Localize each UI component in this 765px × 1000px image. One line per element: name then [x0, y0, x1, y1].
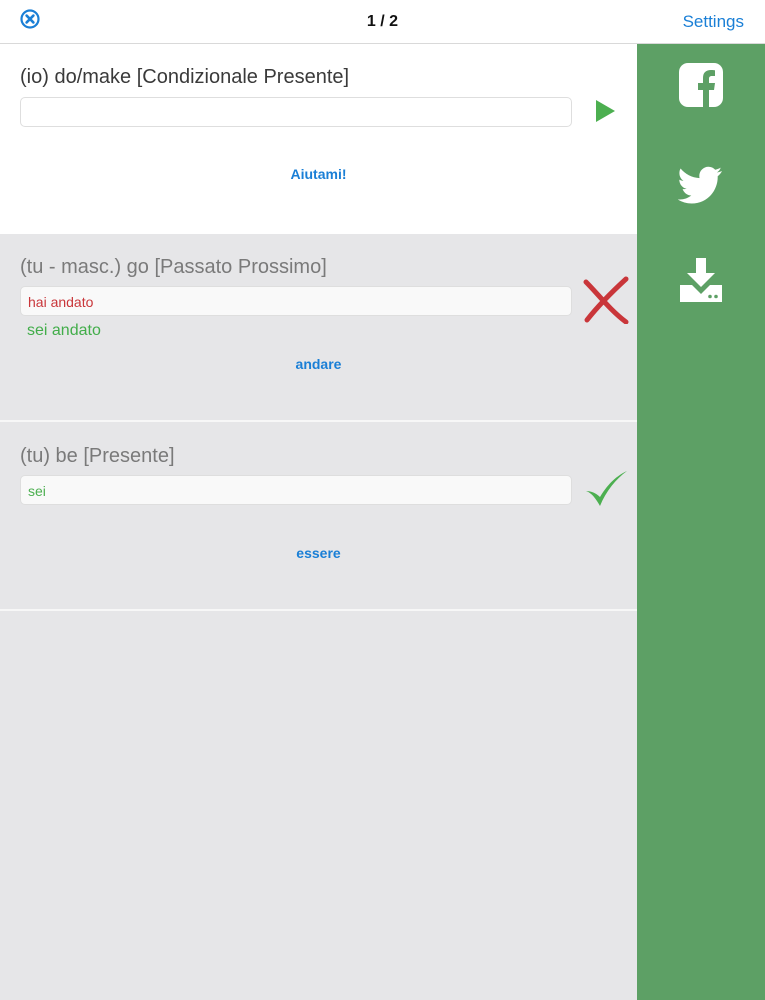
question-prompt: (tu - masc.) go [Passato Prossimo]: [20, 256, 327, 278]
question-prompt: (tu) be [Presente]: [20, 445, 175, 467]
settings-button[interactable]: Settings: [683, 12, 744, 32]
question-card-wrong: (tu - masc.) go [Passato Prossimo] hai a…: [0, 234, 637, 422]
checkmark-icon: [586, 471, 627, 506]
facebook-icon[interactable]: [678, 62, 724, 108]
page-counter: 1 / 2: [366, 13, 399, 30]
play-icon[interactable]: [594, 99, 616, 123]
help-button[interactable]: Aiutami!: [0, 166, 637, 182]
share-sidebar: [637, 44, 765, 1000]
download-icon[interactable]: [678, 257, 724, 303]
answer-field-wrong[interactable]: hai andato: [20, 286, 572, 316]
top-bar: 1 / 2 Settings: [0, 0, 765, 44]
answer-input[interactable]: [20, 97, 572, 127]
cross-icon: [583, 276, 629, 324]
question-card-active: (io) do/make [Condizionale Presente] Aiu…: [0, 44, 637, 234]
verb-link[interactable]: essere: [0, 545, 637, 561]
correct-answer: sei andato: [27, 322, 101, 339]
verb-link[interactable]: andare: [0, 356, 637, 372]
quiz-list: (io) do/make [Condizionale Presente] Aiu…: [0, 44, 637, 1000]
question-prompt: (io) do/make [Condizionale Presente]: [20, 66, 350, 88]
question-card-correct: (tu) be [Presente] sei essere: [0, 422, 637, 611]
answer-field-correct[interactable]: sei: [20, 475, 572, 505]
twitter-icon[interactable]: [678, 161, 724, 207]
